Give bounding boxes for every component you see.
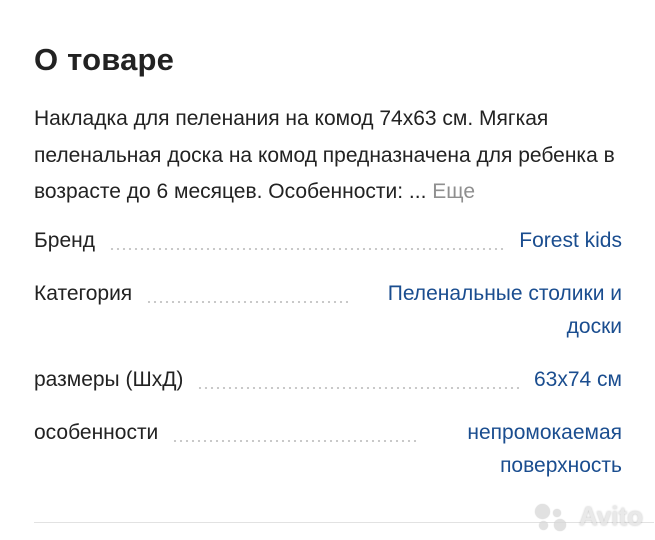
avito-watermark: Avito <box>534 501 643 532</box>
property-row-category: Категория Пеленальные столики и доски <box>34 277 622 363</box>
watermark-text: Avito <box>578 501 643 531</box>
dotted-leader <box>109 224 506 257</box>
product-about-section: О товаре Накладка для пеленания на комод… <box>0 0 655 540</box>
show-more-link[interactable]: Еще <box>432 180 475 203</box>
properties-list: Бренд Forest kids Категория Пеленальные … <box>34 224 622 482</box>
dotted-leader <box>146 277 348 310</box>
property-value-link[interactable]: Пеленальные столики и доски <box>362 277 622 343</box>
property-row-dimensions: размеры (ШхД) 63х74 см <box>34 363 622 416</box>
dotted-leader <box>197 363 520 396</box>
property-row-features: особенности непромокаемая поверхность <box>34 416 622 482</box>
property-row-brand: Бренд Forest kids <box>34 224 622 277</box>
property-label: Категория <box>34 282 133 305</box>
section-title: О товаре <box>34 42 175 77</box>
product-description: Накладка для пеленания на комод 74х63 см… <box>34 101 634 211</box>
property-value-link[interactable]: Forest kids <box>519 224 622 257</box>
property-label: особенности <box>34 421 159 444</box>
property-value-link[interactable]: 63х74 см <box>534 363 622 396</box>
avito-dots-icon <box>534 502 577 532</box>
dotted-leader <box>172 416 418 449</box>
description-text: Накладка для пеленания на комод 74х63 см… <box>34 107 615 203</box>
property-label: размеры (ШхД) <box>34 368 184 391</box>
property-label: Бренд <box>34 229 95 252</box>
property-value-link[interactable]: непромокаемая поверхность <box>432 416 622 482</box>
